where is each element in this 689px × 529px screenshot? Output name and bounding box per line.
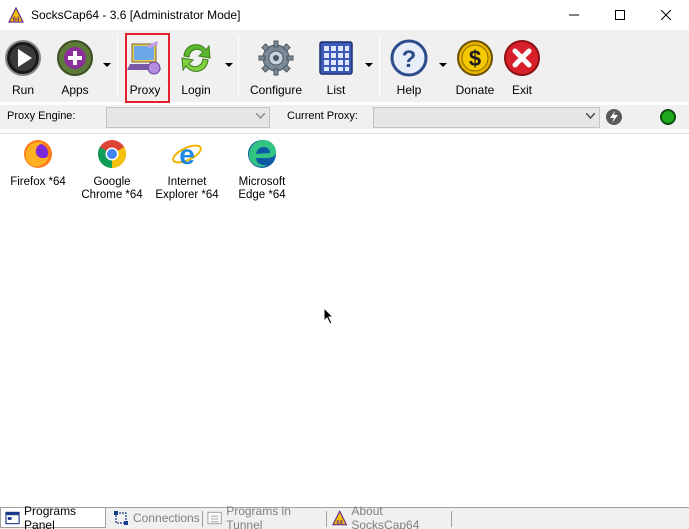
window-title: SocksCap64 - 3.6 [Administrator Mode]: [31, 8, 241, 22]
login-label: Login: [181, 83, 211, 97]
program-item-edge[interactable]: Microsoft Edge *64: [227, 138, 297, 201]
donate-label: Donate: [455, 83, 495, 97]
configure-button[interactable]: Configure: [246, 32, 306, 98]
login-refresh-icon: [181, 44, 211, 72]
toolbar-separator: [238, 36, 239, 96]
program-label: Microsoft Edge *64: [238, 176, 286, 201]
programs-panel: Firefox *64 Google Chrome *64 e Internet…: [0, 133, 689, 507]
tab-programs-in-tunnel[interactable]: Programs in Tunnel: [203, 504, 325, 529]
exit-button[interactable]: Exit: [502, 32, 542, 98]
list-label: List: [326, 83, 346, 97]
mouse-cursor-icon: [323, 307, 335, 325]
chrome-icon: [98, 140, 126, 168]
tab-separator: [451, 511, 452, 527]
tunnel-list-icon: [207, 511, 222, 525]
chevron-down-icon: [256, 113, 265, 119]
add-apps-icon: [57, 40, 93, 76]
svg-text:?: ?: [402, 46, 417, 73]
tab-about-sockscap64[interactable]: 64 About SocksCap64: [328, 504, 450, 529]
proxy-engine-select[interactable]: [106, 107, 270, 128]
close-icon: [661, 10, 671, 20]
connections-icon: [114, 511, 128, 525]
svg-text:$: $: [469, 46, 481, 71]
list-dropdown-arrow[interactable]: [364, 60, 374, 70]
login-button[interactable]: Login: [176, 32, 216, 98]
proxy-label: Proxy: [129, 83, 161, 97]
program-item-firefox[interactable]: Firefox *64: [3, 138, 73, 189]
apps-label: Apps: [61, 83, 89, 97]
proxy-button[interactable]: Proxy: [125, 32, 165, 98]
run-play-icon: [5, 40, 41, 76]
toolbar-separator: [117, 36, 118, 96]
program-label: Google Chrome *64: [81, 176, 143, 201]
main-toolbar: Run Apps Proxy Login Configure List ? He…: [0, 30, 689, 102]
sockscap64-logo-icon: 64: [8, 6, 24, 23]
list-grid-icon: [319, 41, 353, 75]
proxy-engine-label: Proxy Engine:: [7, 110, 76, 122]
proxy-server-icon: [127, 41, 161, 75]
tab-label: Connections: [133, 511, 200, 525]
help-question-icon: ?: [390, 39, 428, 77]
tab-label: Programs in Tunnel: [226, 504, 291, 529]
firefox-icon: [24, 140, 52, 168]
program-label: Internet Explorer *64: [155, 176, 219, 201]
tab-label: Programs Panel: [24, 503, 77, 529]
help-button[interactable]: ? Help: [389, 32, 429, 98]
login-dropdown-arrow[interactable]: [224, 60, 234, 70]
donate-button[interactable]: $ Donate: [454, 32, 496, 98]
tab-programs-panel[interactable]: Programs Panel: [0, 504, 106, 529]
help-label: Help: [396, 83, 422, 97]
title-bar: 64 SocksCap64 - 3.6 [Administrator Mode]: [0, 0, 689, 30]
apps-dropdown-arrow[interactable]: [102, 60, 112, 70]
chevron-down-icon: [365, 62, 373, 67]
close-button[interactable]: [643, 0, 689, 30]
current-proxy-label: Current Proxy:: [287, 110, 358, 122]
minimize-icon: [569, 14, 579, 16]
gear-icon: [258, 40, 294, 76]
run-label: Run: [11, 83, 34, 97]
chevron-down-icon: [225, 62, 233, 67]
tab-connections[interactable]: Connections: [109, 508, 201, 528]
proxy-engine-bar: Proxy Engine: Current Proxy:: [0, 105, 689, 129]
tab-separator: [326, 511, 327, 527]
chevron-down-icon: [586, 113, 595, 119]
program-item-chrome[interactable]: Google Chrome *64: [77, 138, 147, 201]
edge-icon: [248, 140, 276, 168]
exit-label: Exit: [511, 83, 532, 97]
svg-text:64: 64: [336, 520, 343, 526]
status-green-icon: [660, 109, 676, 125]
list-button[interactable]: List: [316, 32, 356, 98]
svg-text:e: e: [179, 139, 195, 170]
bottom-tab-bar: Programs Panel Connections Programs in T…: [0, 504, 689, 529]
tab-label: About SocksCap64: [351, 504, 420, 529]
run-button[interactable]: Run: [4, 32, 42, 98]
current-proxy-select[interactable]: [373, 107, 600, 128]
toolbar-separator: [379, 36, 380, 96]
help-dropdown-arrow[interactable]: [438, 60, 448, 70]
exit-x-icon: [504, 40, 540, 76]
sockscap64-logo-icon: 64: [332, 510, 348, 526]
internet-explorer-icon: e: [172, 139, 202, 170]
dollar-coin-icon: $: [457, 40, 493, 76]
chevron-down-icon: [103, 62, 111, 67]
maximize-button[interactable]: [597, 0, 643, 30]
maximize-icon: [615, 10, 625, 20]
programs-panel-icon: [5, 511, 20, 524]
minimize-button[interactable]: [551, 0, 597, 30]
svg-text:64: 64: [13, 17, 20, 23]
lightning-icon[interactable]: [606, 109, 622, 125]
apps-button[interactable]: Apps: [54, 32, 96, 98]
program-item-internet-explorer[interactable]: e Internet Explorer *64: [152, 138, 222, 201]
program-label: Firefox *64: [10, 176, 66, 188]
configure-label: Configure: [249, 83, 303, 97]
chevron-down-icon: [439, 62, 447, 67]
